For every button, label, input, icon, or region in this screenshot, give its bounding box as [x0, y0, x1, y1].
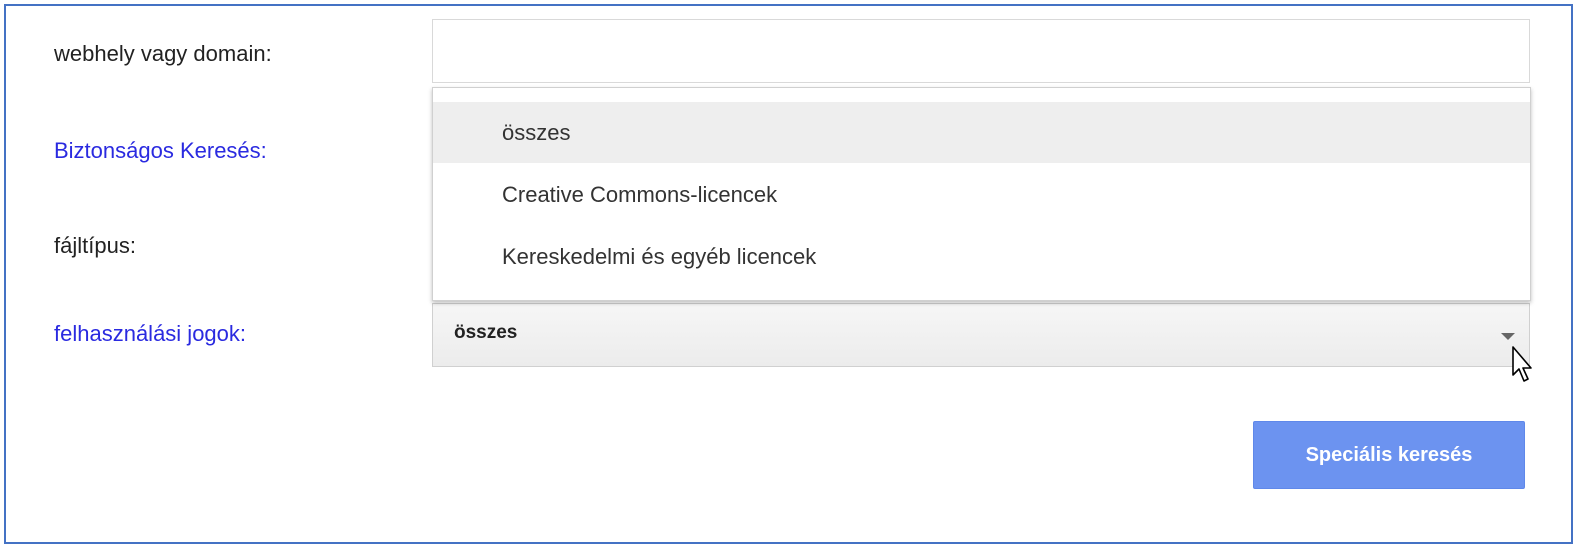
usage-rights-label-link[interactable]: felhasználási jogok: [54, 321, 246, 347]
dropdown-option-all[interactable]: összes [433, 102, 1530, 163]
usage-rights-select[interactable]: összes [432, 303, 1530, 367]
arrow-cursor-icon [1512, 346, 1532, 382]
safesearch-label-link[interactable]: Biztonságos Keresés: [54, 138, 267, 164]
usage-rights-selected-value: összes [454, 322, 518, 343]
filetype-label: fájltípus: [54, 233, 136, 258]
advanced-search-button[interactable]: Speciális keresés [1253, 421, 1525, 489]
site-or-domain-input[interactable] [432, 19, 1530, 83]
triangle-down-icon [1501, 333, 1515, 340]
usage-rights-dropdown-menu: összes Creative Commons-licencek Kereske… [432, 87, 1531, 301]
site-or-domain-label: webhely vagy domain: [54, 41, 272, 66]
dropdown-option-creative-commons[interactable]: Creative Commons-licencek [433, 164, 1530, 225]
dropdown-option-commercial[interactable]: Kereskedelmi és egyéb licencek [433, 226, 1530, 287]
